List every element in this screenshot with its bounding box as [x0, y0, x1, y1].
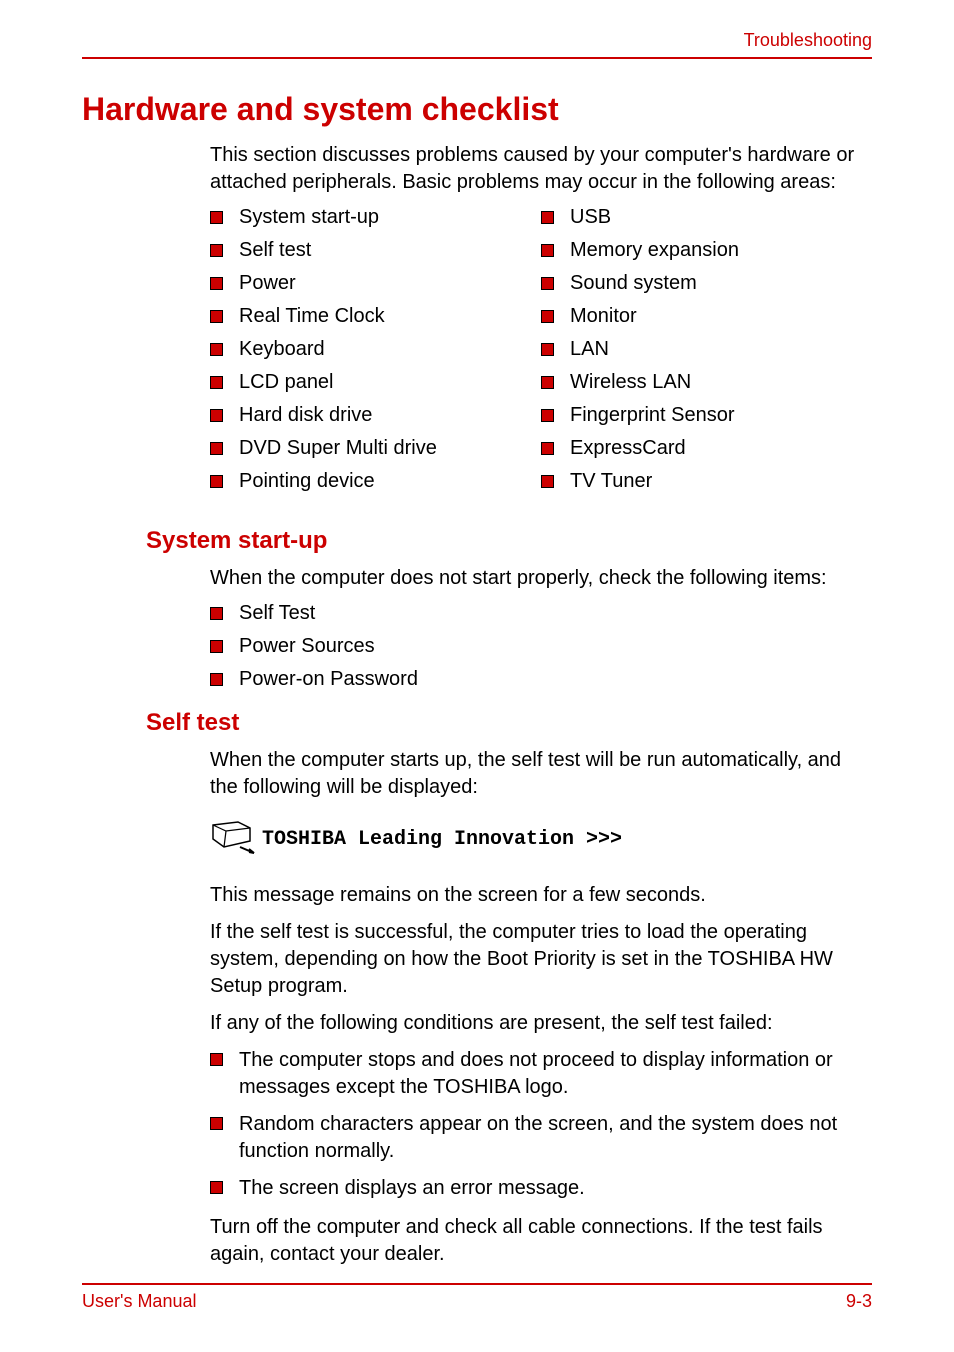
bullet-icon — [210, 1117, 223, 1130]
list-item-label: LAN — [570, 338, 609, 361]
list-item: Power Sources — [210, 635, 872, 658]
section2-para1: This message remains on the screen for a… — [210, 882, 872, 909]
bullet-icon — [210, 211, 223, 224]
bullet-icon — [210, 1053, 223, 1066]
bullet-icon — [541, 343, 554, 356]
section2-intro: When the computer starts up, the self te… — [210, 747, 872, 801]
footer-left: User's Manual — [82, 1291, 196, 1312]
list-item-label: Random characters appear on the screen, … — [239, 1111, 872, 1165]
section2-para3: If any of the following conditions are p… — [210, 1010, 872, 1037]
note-icon — [210, 819, 262, 860]
section-heading-self-test: Self test — [146, 709, 872, 737]
list-item-label: The computer stops and does not proceed … — [239, 1047, 872, 1101]
list-item: Power — [210, 272, 541, 295]
list-item-label: Pointing device — [239, 470, 375, 493]
bullet-icon — [210, 343, 223, 356]
footer-right: 9-3 — [846, 1291, 872, 1312]
list-item-label: Self Test — [239, 602, 315, 625]
bullet-icon — [210, 607, 223, 620]
list-item: Power-on Password — [210, 668, 872, 691]
bullet-icon — [210, 244, 223, 257]
list-item: Self Test — [210, 602, 872, 625]
checklist-left-col: System start-up Self test Power Real Tim… — [210, 206, 541, 503]
list-item: The screen displays an error message. — [210, 1175, 872, 1202]
bullet-icon — [541, 442, 554, 455]
bullet-icon — [541, 211, 554, 224]
section2-para4: Turn off the computer and check all cabl… — [210, 1214, 872, 1268]
list-item-label: Self test — [239, 239, 311, 262]
list-item: Random characters appear on the screen, … — [210, 1111, 872, 1165]
bullet-icon — [541, 244, 554, 257]
bullet-icon — [541, 376, 554, 389]
bullet-icon — [210, 673, 223, 686]
section2-para2: If the self test is successful, the comp… — [210, 919, 872, 1000]
list-item: Self test — [210, 239, 541, 262]
list-item: System start-up — [210, 206, 541, 229]
list-item: Memory expansion — [541, 239, 872, 262]
list-item: Pointing device — [210, 470, 541, 493]
section-heading-system-startup: System start-up — [146, 527, 872, 555]
page-footer: User's Manual 9-3 — [82, 1283, 872, 1312]
list-item-label: System start-up — [239, 206, 379, 229]
bullet-icon — [210, 376, 223, 389]
bullet-icon — [210, 640, 223, 653]
list-item-label: Real Time Clock — [239, 305, 385, 328]
header-label: Troubleshooting — [82, 30, 872, 57]
list-item-label: Hard disk drive — [239, 404, 372, 427]
list-item-label: Wireless LAN — [570, 371, 691, 394]
list-item: Sound system — [541, 272, 872, 295]
list-item: Real Time Clock — [210, 305, 541, 328]
note-text: TOSHIBA Leading Innovation >>> — [262, 828, 622, 851]
list-item-label: Monitor — [570, 305, 637, 328]
bullet-icon — [210, 1181, 223, 1194]
list-item: Monitor — [541, 305, 872, 328]
list-item: LAN — [541, 338, 872, 361]
list-item-label: LCD panel — [239, 371, 334, 394]
checklist-right-col: USB Memory expansion Sound system Monito… — [541, 206, 872, 503]
list-item: LCD panel — [210, 371, 541, 394]
list-item: DVD Super Multi drive — [210, 437, 541, 460]
bullet-icon — [541, 310, 554, 323]
bullet-icon — [210, 442, 223, 455]
bullet-icon — [210, 310, 223, 323]
header-rule — [82, 57, 872, 59]
intro-paragraph: This section discusses problems caused b… — [210, 142, 872, 196]
list-item-label: Power Sources — [239, 635, 375, 658]
bullet-icon — [210, 277, 223, 290]
checklist-columns: System start-up Self test Power Real Tim… — [210, 206, 872, 503]
list-item: The computer stops and does not proceed … — [210, 1047, 872, 1101]
list-item: Hard disk drive — [210, 404, 541, 427]
list-item-label: Fingerprint Sensor — [570, 404, 735, 427]
list-item-label: Memory expansion — [570, 239, 739, 262]
list-item-label: DVD Super Multi drive — [239, 437, 437, 460]
section2-fail-list: The computer stops and does not proceed … — [210, 1047, 872, 1202]
list-item-label: Power — [239, 272, 296, 295]
section1-list: Self Test Power Sources Power-on Passwor… — [210, 602, 872, 691]
list-item-label: Keyboard — [239, 338, 325, 361]
list-item: TV Tuner — [541, 470, 872, 493]
list-item: Fingerprint Sensor — [541, 404, 872, 427]
bullet-icon — [210, 409, 223, 422]
bullet-icon — [210, 475, 223, 488]
section1-intro: When the computer does not start properl… — [210, 565, 872, 592]
list-item-label: Power-on Password — [239, 668, 418, 691]
list-item: Keyboard — [210, 338, 541, 361]
list-item-label: TV Tuner — [570, 470, 652, 493]
list-item-label: The screen displays an error message. — [239, 1175, 585, 1202]
bullet-icon — [541, 475, 554, 488]
note-callout: TOSHIBA Leading Innovation >>> — [210, 819, 872, 860]
footer-rule — [82, 1283, 872, 1285]
list-item-label: ExpressCard — [570, 437, 686, 460]
list-item: USB — [541, 206, 872, 229]
list-item-label: USB — [570, 206, 611, 229]
list-item-label: Sound system — [570, 272, 697, 295]
bullet-icon — [541, 409, 554, 422]
bullet-icon — [541, 277, 554, 290]
list-item: Wireless LAN — [541, 371, 872, 394]
page-title: Hardware and system checklist — [82, 91, 872, 128]
list-item: ExpressCard — [541, 437, 872, 460]
